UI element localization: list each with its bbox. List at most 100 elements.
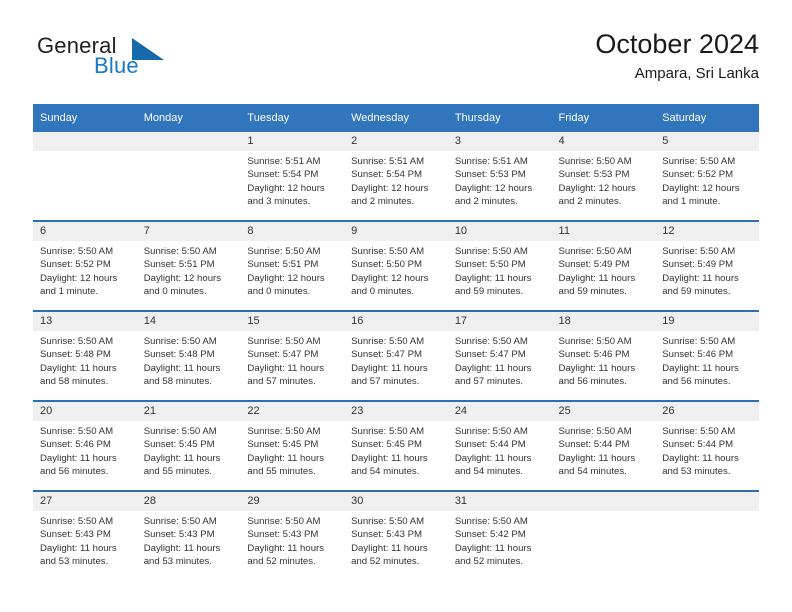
- daylight-text: Daylight: 12 hours and 0 minutes.: [247, 272, 325, 298]
- day-details: Sunrise: 5:50 AM Sunset: 5:47 PM Daylight:…: [344, 331, 448, 389]
- page-title: October 2024: [595, 29, 759, 59]
- calendar-day-cell[interactable]: 29 Sunrise: 5:50 AM Sunset: 5:43 PM Dayligh…: [240, 490, 345, 580]
- daylight-text: Daylight: 11 hours and 52 minutes.: [247, 542, 325, 568]
- daylight-text: Daylight: 11 hours and 52 minutes.: [454, 542, 532, 568]
- calendar-day-cell[interactable]: 11 Sunrise: 5:50 AM Sunset: 5:49 PM Dayligh…: [551, 220, 656, 311]
- calendar-day-cell[interactable]: 31 Sunrise: 5:50 AM Sunset: 5:42 PM Dayligh…: [447, 490, 552, 580]
- calendar-day-cell[interactable]: 13 Sunrise: 5:50 AM Sunset: 5:48 PM Dayligh…: [33, 310, 137, 401]
- calendar-day-cell-empty: [655, 490, 759, 580]
- calendar-day-cell[interactable]: 5 Sunrise: 5:50 AM Sunset: 5:52 PM Daylight…: [655, 132, 759, 221]
- sunrise-text: Sunrise: 5:51 AM: [247, 156, 321, 167]
- daylight-text: Daylight: 11 hours and 55 minutes.: [247, 452, 325, 478]
- sunset-text: Sunset: 5:53 PM: [558, 169, 630, 181]
- day-details: Sunrise: 5:50 AM Sunset: 5:42 PM Daylight:…: [448, 511, 552, 569]
- calendar-week-row: 6 Sunrise: 5:50 AM Sunset: 5:52 PM Daylight…: [33, 220, 759, 311]
- calendar-day-cell[interactable]: 24 Sunrise: 5:50 AM Sunset: 5:44 PM Dayligh…: [447, 400, 552, 491]
- day-details: Sunrise: 5:50 AM Sunset: 5:44 PM Daylight:…: [448, 421, 552, 479]
- calendar-day-cell[interactable]: 12 Sunrise: 5:50 AM Sunset: 5:49 PM Dayligh…: [655, 220, 759, 311]
- sunrise-text: Sunrise: 5:50 AM: [143, 336, 217, 347]
- sunset-text: Sunset: 5:47 PM: [454, 349, 526, 361]
- day-details: Sunrise: 5:50 AM Sunset: 5:46 PM Daylight:…: [655, 331, 759, 389]
- calendar-day-cell[interactable]: 25 Sunrise: 5:50 AM Sunset: 5:44 PM Dayligh…: [551, 400, 656, 491]
- sunset-text: Sunset: 5:48 PM: [40, 349, 111, 361]
- day-details: Sunrise: 5:50 AM Sunset: 5:43 PM Daylight:…: [344, 511, 448, 569]
- calendar-day-cell[interactable]: 9 Sunrise: 5:50 AM Sunset: 5:50 PM Daylight…: [344, 220, 448, 311]
- sunset-text: Sunset: 5:52 PM: [40, 259, 111, 271]
- weekday-header-saturday: Saturday: [655, 104, 759, 132]
- sunset-text: Sunset: 5:51 PM: [143, 259, 215, 271]
- calendar-week-row: 20 Sunrise: 5:50 AM Sunset: 5:46 PM Dayligh…: [33, 400, 759, 491]
- sunset-text: Sunset: 5:53 PM: [454, 169, 526, 181]
- calendar-day-cell[interactable]: 4 Sunrise: 5:50 AM Sunset: 5:53 PM Daylight…: [551, 132, 656, 221]
- day-number: 27: [33, 492, 137, 511]
- day-details: Sunrise: 5:50 AM Sunset: 5:45 PM Daylight:…: [137, 421, 241, 479]
- day-details: Sunrise: 5:50 AM Sunset: 5:47 PM Daylight:…: [240, 331, 344, 389]
- calendar-day-cell[interactable]: 17 Sunrise: 5:50 AM Sunset: 5:47 PM Dayligh…: [447, 310, 552, 401]
- calendar-page: General Blue October 2024 Ampara, Sri La…: [0, 0, 792, 612]
- calendar-day-cell[interactable]: 27 Sunrise: 5:50 AM Sunset: 5:43 PM Dayligh…: [33, 490, 137, 580]
- sunrise-text: Sunrise: 5:50 AM: [558, 156, 632, 167]
- calendar-day-cell-empty: [33, 132, 137, 221]
- day-number: 18: [551, 312, 656, 331]
- calendar-day-cell[interactable]: 2 Sunrise: 5:51 AM Sunset: 5:54 PM Daylight…: [344, 132, 448, 221]
- calendar-day-cell[interactable]: 15 Sunrise: 5:50 AM Sunset: 5:47 PM Dayligh…: [240, 310, 345, 401]
- day-details: Sunrise: 5:50 AM Sunset: 5:51 PM Daylight:…: [137, 241, 241, 299]
- calendar-day-cell[interactable]: 14 Sunrise: 5:50 AM Sunset: 5:48 PM Dayligh…: [136, 310, 241, 401]
- weekday-header-row: Sunday Monday Tuesday Wednesday Thursday…: [33, 104, 759, 132]
- day-number: 3: [447, 132, 552, 151]
- daylight-text: Daylight: 11 hours and 58 minutes.: [40, 362, 117, 388]
- sunset-text: Sunset: 5:54 PM: [351, 169, 423, 181]
- day-number: 22: [240, 402, 345, 421]
- sunrise-text: Sunrise: 5:50 AM: [454, 246, 528, 257]
- calendar-day-cell[interactable]: 10 Sunrise: 5:50 AM Sunset: 5:50 PM Dayligh…: [447, 220, 552, 311]
- sunset-text: Sunset: 5:50 PM: [454, 259, 526, 271]
- sunset-text: Sunset: 5:43 PM: [351, 529, 423, 541]
- day-details: Sunrise: 5:50 AM Sunset: 5:53 PM Daylight:…: [552, 151, 656, 209]
- day-number: 1: [240, 132, 345, 151]
- calendar-day-cell[interactable]: 18 Sunrise: 5:50 AM Sunset: 5:46 PM Dayligh…: [551, 310, 656, 401]
- day-details: Sunrise: 5:51 AM Sunset: 5:54 PM Daylight:…: [344, 151, 448, 209]
- day-details: Sunrise: 5:51 AM Sunset: 5:54 PM Daylight:…: [240, 151, 344, 209]
- calendar-day-cell[interactable]: 8 Sunrise: 5:50 AM Sunset: 5:51 PM Daylight…: [240, 220, 345, 311]
- sunset-text: Sunset: 5:42 PM: [454, 529, 526, 541]
- calendar-day-cell[interactable]: 3 Sunrise: 5:51 AM Sunset: 5:53 PM Daylight…: [447, 132, 552, 221]
- sunrise-text: Sunrise: 5:50 AM: [143, 246, 217, 257]
- page-subtitle: Ampara, Sri Lanka: [634, 65, 759, 82]
- calendar-day-cell[interactable]: 6 Sunrise: 5:50 AM Sunset: 5:52 PM Daylight…: [33, 220, 137, 311]
- weekday-header-thursday: Thursday: [447, 104, 552, 132]
- daylight-text: Daylight: 11 hours and 59 minutes.: [454, 272, 532, 298]
- calendar-day-cell[interactable]: 26 Sunrise: 5:50 AM Sunset: 5:44 PM Dayligh…: [655, 400, 759, 491]
- sunrise-text: Sunrise: 5:50 AM: [351, 246, 425, 257]
- calendar-day-cell[interactable]: 20 Sunrise: 5:50 AM Sunset: 5:46 PM Dayligh…: [33, 400, 137, 491]
- day-number: 31: [447, 492, 552, 511]
- day-number: [655, 492, 759, 511]
- calendar-day-cell[interactable]: 23 Sunrise: 5:50 AM Sunset: 5:45 PM Dayligh…: [344, 400, 448, 491]
- daylight-text: Daylight: 11 hours and 53 minutes.: [662, 452, 739, 478]
- daylight-text: Daylight: 11 hours and 57 minutes.: [351, 362, 428, 388]
- sunrise-text: Sunrise: 5:50 AM: [662, 336, 736, 347]
- daylight-text: Daylight: 11 hours and 58 minutes.: [143, 362, 221, 388]
- sunrise-text: Sunrise: 5:50 AM: [40, 336, 114, 347]
- day-number: 20: [33, 402, 137, 421]
- day-details: Sunrise: 5:50 AM Sunset: 5:49 PM Daylight:…: [655, 241, 759, 299]
- day-number: 9: [344, 222, 448, 241]
- calendar-day-cell[interactable]: 1 Sunrise: 5:51 AM Sunset: 5:54 PM Daylight…: [240, 132, 345, 221]
- sunrise-text: Sunrise: 5:50 AM: [662, 246, 736, 257]
- sunset-text: Sunset: 5:45 PM: [143, 439, 215, 451]
- calendar-day-cell[interactable]: 19 Sunrise: 5:50 AM Sunset: 5:46 PM Dayligh…: [655, 310, 759, 401]
- calendar-day-cell[interactable]: 16 Sunrise: 5:50 AM Sunset: 5:47 PM Dayligh…: [344, 310, 448, 401]
- day-number: 8: [240, 222, 345, 241]
- calendar-day-cell[interactable]: 21 Sunrise: 5:50 AM Sunset: 5:45 PM Dayligh…: [136, 400, 241, 491]
- daylight-text: Daylight: 11 hours and 56 minutes.: [558, 362, 636, 388]
- calendar-day-cell[interactable]: 28 Sunrise: 5:50 AM Sunset: 5:43 PM Dayligh…: [136, 490, 241, 580]
- day-number: 16: [344, 312, 448, 331]
- sunrise-text: Sunrise: 5:51 AM: [351, 156, 425, 167]
- daylight-text: Daylight: 11 hours and 54 minutes.: [351, 452, 428, 478]
- day-number: [136, 132, 241, 151]
- calendar-day-cell[interactable]: 22 Sunrise: 5:50 AM Sunset: 5:45 PM Dayligh…: [240, 400, 345, 491]
- general-blue-logo[interactable]: General Blue: [33, 28, 253, 88]
- sunrise-text: Sunrise: 5:50 AM: [558, 336, 632, 347]
- calendar-day-cell[interactable]: 7 Sunrise: 5:50 AM Sunset: 5:51 PM Daylight…: [136, 220, 241, 311]
- calendar-day-cell[interactable]: 30 Sunrise: 5:50 AM Sunset: 5:43 PM Dayligh…: [344, 490, 448, 580]
- calendar-week-row: 27 Sunrise: 5:50 AM Sunset: 5:43 PM Dayligh…: [33, 490, 759, 580]
